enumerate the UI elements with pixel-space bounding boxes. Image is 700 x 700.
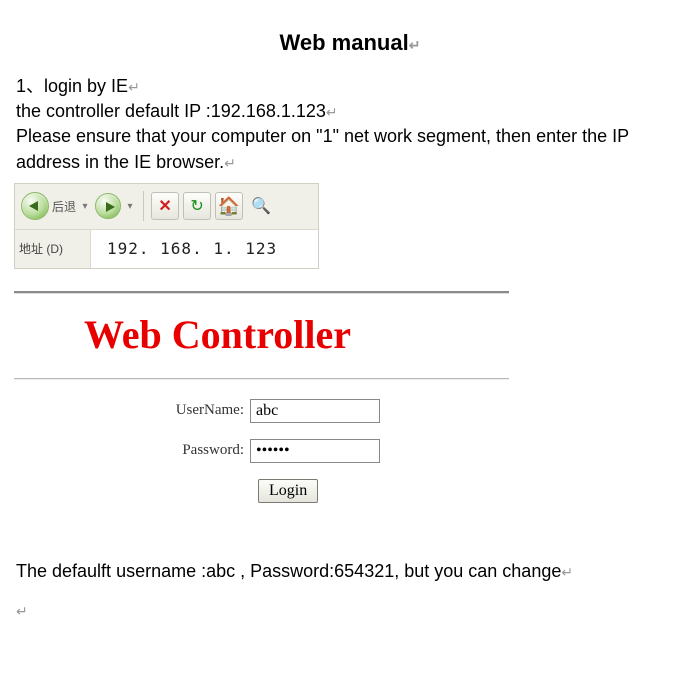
login-heading: Web Controller [14,293,509,366]
password-row: Password: [14,431,509,471]
login-button-row: Login [14,471,509,503]
login-button[interactable]: Login [258,479,318,503]
username-row: UserName: [14,391,509,431]
address-input[interactable]: 192. 168. 1. 123 [91,230,318,268]
search-icon: 🔍 [251,196,271,216]
chevron-down-icon[interactable] [79,201,91,212]
intro-line-3: Please ensure that your computer on "1" … [16,126,629,171]
intro-line-2: the controller default IP :192.168.1.123 [16,101,326,121]
address-label: 地址 (D) [15,230,91,268]
footer-text: The defaulft username :abc , Password:65… [0,513,700,623]
divider [14,378,509,379]
line-break-mark: ↵ [561,564,573,580]
refresh-button[interactable]: ↻ [183,192,211,220]
stop-icon: ✕ [158,196,171,216]
intro-paragraph: 1、login by IE↵ the controller default IP… [0,74,700,175]
username-label: UserName: [164,402,244,419]
chevron-down-icon[interactable] [124,201,136,212]
line-break-mark: ↵ [409,37,421,53]
password-input[interactable] [250,439,380,463]
login-panel: Web Controller UserName: Password: Login [14,279,509,513]
back-button-group[interactable]: 后退 [21,192,91,220]
back-label: 后退 [52,198,76,215]
ie-toolbar: 后退 ✕ ↻ 🏠 🔍 地址 (D) 192. 168. 1. 123 [14,183,319,269]
ie-address-bar: 地址 (D) 192. 168. 1. 123 [15,230,318,268]
password-label: Password: [164,442,244,459]
stop-button[interactable]: ✕ [151,192,179,220]
page-title-text: Web manual [280,30,409,55]
line-break-mark: ↵ [16,603,28,619]
ie-toolbar-buttons: 后退 ✕ ↻ 🏠 🔍 [15,184,318,230]
line-break-mark: ↵ [326,104,338,120]
page-title: Web manual↵ [0,0,700,74]
intro-line-1: 1、login by IE [16,76,128,96]
search-button[interactable]: 🔍 [247,192,275,220]
forward-icon [95,193,121,219]
footer-line: The defaulft username :abc , Password:65… [16,561,561,581]
refresh-icon: ↻ [190,196,203,216]
toolbar-separator [143,191,144,221]
home-button[interactable]: 🏠 [215,192,243,220]
back-icon [21,192,49,220]
line-break-mark: ↵ [224,155,236,171]
line-break-mark: ↵ [128,79,140,95]
forward-button-group[interactable] [95,193,136,219]
home-icon: 🏠 [218,196,240,217]
username-input[interactable] [250,399,380,423]
